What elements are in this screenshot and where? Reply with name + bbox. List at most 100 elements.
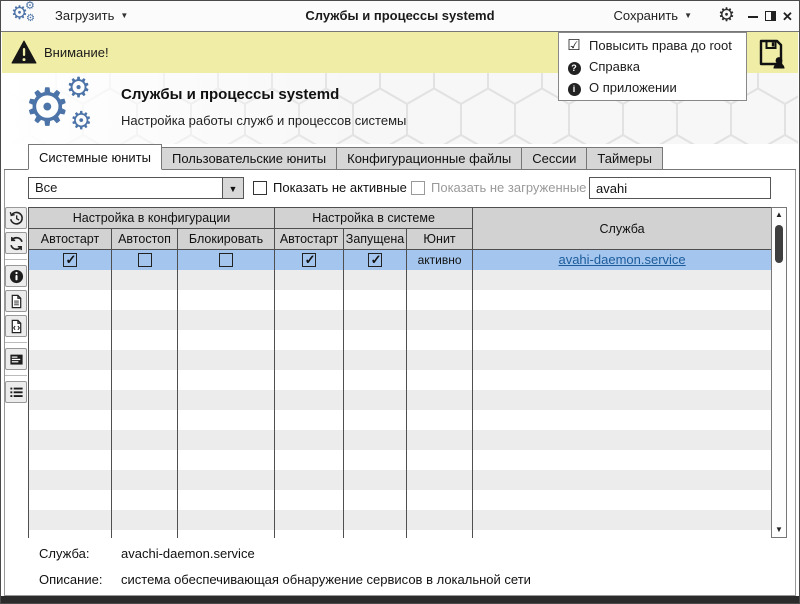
gear-icon: ⚙ [26, 14, 35, 24]
info-button[interactable] [5, 265, 27, 287]
search-input[interactable] [589, 177, 771, 199]
description-detail-label: Описание: [39, 572, 102, 587]
show-inactive-label[interactable]: Показать не активные [273, 177, 407, 199]
tab-system-units[interactable]: Системные юниты [28, 144, 162, 170]
file-button[interactable] [5, 290, 27, 312]
tab-config-files[interactable]: Конфигурационные файлы [337, 147, 522, 170]
tab-sessions[interactable]: Сессии [522, 147, 587, 170]
settings-gear-button[interactable]: ⚙ [718, 4, 735, 28]
column-header-4[interactable]: Запущена [344, 229, 407, 250]
empty-cell [473, 410, 771, 430]
group-header-system: Настройка в системе [275, 208, 473, 229]
empty-cell [112, 430, 178, 450]
empty-cell [29, 430, 112, 450]
menu-item-label: О приложении [589, 80, 677, 95]
filter-combobox-value: Все [35, 178, 57, 198]
empty-cell [29, 490, 112, 510]
service-link[interactable]: avahi-daemon.service [558, 252, 685, 267]
menu-item-about[interactable]: iО приложении [559, 77, 746, 98]
file-code-button[interactable] [5, 315, 27, 337]
list-button[interactable] [5, 381, 27, 403]
console-button[interactable] [5, 348, 27, 370]
empty-cell [29, 450, 112, 470]
empty-cell [344, 490, 407, 510]
chevron-down-icon: ▼ [684, 11, 692, 20]
empty-cell [407, 310, 473, 330]
service-detail-value: avachi-daemon.service [121, 546, 255, 561]
scroll-down-arrow-icon[interactable]: ▼ [772, 523, 786, 537]
empty-cell [344, 410, 407, 430]
toolbar-separator [5, 375, 27, 376]
scrollbar-thumb[interactable] [775, 225, 783, 263]
empty-cell [112, 410, 178, 430]
maximize-button[interactable] [764, 9, 777, 24]
empty-cell [112, 390, 178, 410]
checkbox-checked-icon: ☑ [566, 38, 582, 53]
empty-cell [473, 470, 771, 490]
table-scrollbar[interactable]: ▲ ▼ [771, 207, 787, 538]
empty-cell [178, 450, 275, 470]
cell-checkbox[interactable] [368, 253, 382, 267]
cell-checkbox[interactable] [302, 253, 316, 267]
load-menu-button[interactable]: Загрузить▼ [55, 1, 128, 31]
empty-cell [344, 450, 407, 470]
description-detail-value: система обеспечивающая обнаружение серви… [121, 572, 531, 587]
filter-combobox[interactable]: Все ▼ [28, 177, 244, 199]
empty-cell [29, 270, 112, 290]
gear-icon: ⚙ [70, 109, 92, 134]
tab-timers[interactable]: Таймеры [587, 147, 663, 170]
gear-menu: ☑ Повысить права до root ?СправкаiО прилож… [558, 32, 747, 101]
empty-cell [29, 330, 112, 350]
save-as-root-icon[interactable] [756, 37, 786, 69]
units-table-wrap: Настройка в конфигурации Настройка в сис… [28, 207, 771, 538]
close-button[interactable]: ✕ [781, 9, 794, 24]
menu-item-help[interactable]: ?Справка [559, 56, 746, 77]
column-header-3[interactable]: Автостарт [275, 229, 344, 250]
column-header-0[interactable]: Автостарт [29, 229, 112, 250]
save-menu-button[interactable]: Сохранить▼ [613, 1, 692, 31]
empty-cell [344, 330, 407, 350]
empty-cell [112, 470, 178, 490]
empty-cell [407, 510, 473, 530]
menu-item-elevate-root[interactable]: ☑ Повысить права до root [559, 35, 746, 56]
column-header-service[interactable]: Служба [473, 208, 771, 250]
menu-item-label: Повысить права до root [589, 38, 732, 53]
column-header-1[interactable]: Автостоп [112, 229, 178, 250]
refresh-button[interactable] [5, 232, 27, 254]
list-icon [9, 385, 24, 400]
question-circle-icon: ? [566, 59, 582, 75]
toolbar-separator [5, 342, 27, 343]
load-menu-label: Загрузить [55, 8, 114, 23]
empty-cell [344, 370, 407, 390]
tab-user-units[interactable]: Пользовательские юниты [162, 147, 337, 170]
column-header-2[interactable]: Блокировать [178, 229, 275, 250]
page-title: Службы и процессы systemd [121, 86, 339, 103]
empty-table-row [29, 350, 772, 370]
empty-cell [473, 350, 771, 370]
app-logo-icon: ⚙ ⚙ ⚙ [11, 3, 41, 29]
show-inactive-checkbox[interactable] [253, 181, 267, 195]
cell-checkbox[interactable] [219, 253, 233, 267]
window-title: Службы и процессы systemd [151, 1, 649, 31]
show-unloaded-label: Показать не загруженные [431, 177, 586, 199]
empty-cell [344, 270, 407, 290]
minimize-button[interactable] [747, 9, 760, 24]
cell-checkbox[interactable] [138, 253, 152, 267]
empty-cell [275, 490, 344, 510]
unit-status-cell: активно [407, 250, 473, 270]
scroll-up-arrow-icon[interactable]: ▲ [772, 208, 786, 222]
empty-cell [275, 370, 344, 390]
empty-cell [275, 430, 344, 450]
cell-checkbox[interactable] [63, 253, 77, 267]
empty-cell [178, 270, 275, 290]
service-row[interactable]: активно avahi-daemon.service [29, 250, 772, 270]
service-detail-label: Служба: [39, 546, 89, 561]
maximize-icon [765, 11, 776, 21]
history-button[interactable] [5, 207, 27, 229]
refresh-icon [9, 236, 24, 251]
empty-cell [112, 350, 178, 370]
combo-dropdown-button[interactable]: ▼ [222, 178, 243, 198]
empty-cell [407, 530, 473, 539]
column-header-5[interactable]: Юнит [407, 229, 473, 250]
empty-cell [473, 310, 771, 330]
